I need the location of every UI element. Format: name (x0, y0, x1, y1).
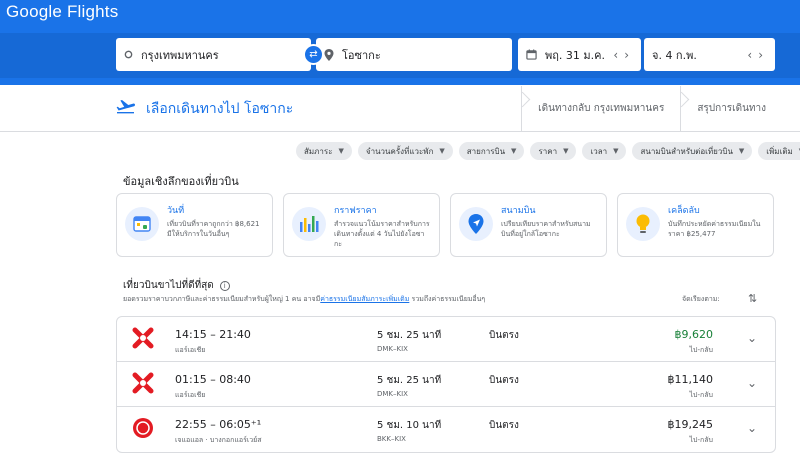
baggage-fees-link[interactable]: ค่าธรรมเนียมสัมภาระเพิ่มเติม (320, 295, 409, 303)
insight-desc: เที่ยวบินที่ราคาถูกกว่า ฿8,621 มีให้บริก… (167, 220, 260, 238)
flight-duration: 5 ชม. 25 นาที (377, 330, 442, 341)
filter-chip-connecting-airports[interactable]: สนามบินสำหรับต่อเที่ยวบิน ▼ (632, 142, 753, 160)
jal-logo-icon (132, 417, 154, 439)
filter-chip-airlines[interactable]: สายการบิน ▼ (458, 142, 525, 160)
insights-title: ข้อมูลเชิงลึกของเที่ยวบิน (123, 175, 239, 188)
best-flights-subtitle: ยอดรวมราคาบวกภาษีและค่าธรรมเนียมสำหรับผู… (123, 295, 486, 303)
flight-price: ฿19,245 (667, 418, 714, 431)
depart-date-field[interactable]: พฤ. 31 ม.ค. ‹› (518, 38, 641, 71)
swap-icon[interactable]: ⇄ (303, 44, 324, 65)
filter-chip-price[interactable]: ราคา ▼ (530, 142, 577, 160)
return-date-value: จ. 4 ก.พ. (652, 48, 697, 62)
step-summary[interactable]: สรุปการเดินทาง (687, 101, 776, 116)
takeoff-icon (116, 98, 136, 119)
info-icon[interactable]: i (219, 280, 230, 291)
origin-field[interactable]: กรุงเทพมหานคร (116, 38, 311, 71)
flight-stops: บินตรง (489, 375, 519, 386)
depart-date-value: พฤ. 31 ม.ค. (545, 48, 606, 62)
flight-airline: เจแอแอล · บางกอกแอร์เวย์ส (175, 436, 262, 444)
airasia-logo-icon (132, 327, 154, 349)
chevron-down-icon[interactable]: ⌄ (747, 421, 757, 435)
caret-down-icon: ▼ (738, 147, 745, 155)
insight-desc: สำรวจแนวโน้มราคาสำหรับการเดินทางตั้งแต่ … (334, 220, 430, 248)
flight-trip-type: ไป-กลับ (689, 436, 713, 444)
insight-card-airports[interactable]: สนามบิน เปรียบเทียบราคาสำหรับสนามบินที่อ… (450, 193, 607, 257)
caret-down-icon: ▼ (338, 147, 344, 155)
flight-trip-type: ไป-กลับ (689, 391, 713, 399)
origin-value: กรุงเทพมหานคร (141, 48, 219, 62)
flight-route: DMK–KIX (377, 390, 408, 398)
step-separator (515, 86, 528, 131)
sort-icon[interactable]: ⇅ (748, 292, 757, 305)
location-pin-icon (324, 48, 334, 61)
step-current: เลือกเดินทางไป โอซากะ (116, 98, 515, 120)
flight-airline: แอร์เอเชีย (175, 346, 206, 354)
chevron-down-icon[interactable]: ⌄ (747, 331, 757, 345)
lightbulb-icon (626, 207, 660, 241)
caret-down-icon: ▼ (563, 147, 569, 155)
filter-chip-time[interactable]: เวลา ▼ (582, 142, 627, 160)
insight-cards: วันที่ เที่ยวบินที่ราคาถูกกว่า ฿8,621 มี… (116, 193, 774, 257)
step-return[interactable]: เดินทางกลับ กรุงเทพมหานคร (528, 101, 674, 116)
step-separator (674, 86, 687, 131)
flight-duration: 5 ชม. 10 นาที (377, 420, 442, 431)
best-flights-title: เที่ยวบินขาไปที่ดีที่สุด i (123, 278, 230, 293)
insight-card-tips[interactable]: เคล็ดลับ บันทึกประหยัดค่าธรรมเนียมในราคา… (617, 193, 774, 257)
calendar-icon (526, 49, 537, 60)
filter-chips: สัมภาระ ▼ จำนวนครั้งที่แวะพัก ▼ สายการบิน ▼… (296, 142, 800, 160)
caret-down-icon: ▼ (613, 147, 619, 155)
flight-airline: แอร์เอเชีย (175, 391, 206, 399)
flight-row[interactable]: 22:55 – 06:05⁺¹ เจแอแอล · บางกอกแอร์เวย์… (117, 407, 775, 452)
filter-chip-more[interactable]: เพิ่มเติม▼ (758, 142, 800, 160)
flight-price: ฿11,140 (667, 373, 714, 386)
flight-row[interactable]: 14:15 – 21:40 แอร์เอเชีย 5 ชม. 25 นาที D… (117, 317, 775, 362)
flight-duration: 5 ชม. 25 นาที (377, 375, 442, 386)
insight-title: สนามบิน (501, 206, 536, 216)
price-graph-icon (292, 207, 326, 241)
airasia-logo-icon (132, 372, 154, 394)
flight-times: 01:15 – 08:40 (175, 373, 251, 386)
caret-down-icon: ▼ (439, 147, 445, 155)
circle-icon (124, 50, 133, 59)
flight-list: 14:15 – 21:40 แอร์เอเชีย 5 ชม. 25 นาที D… (116, 316, 776, 453)
flight-times: 14:15 – 21:40 (175, 328, 251, 341)
caret-down-icon: ▼ (511, 147, 517, 155)
insight-title: วันที่ (167, 206, 185, 216)
filter-chip-baggage[interactable]: สัมภาระ ▼ (296, 142, 352, 160)
sort-label: จัดเรียงตาม: (682, 295, 720, 303)
chevron-left-right-icon[interactable]: ‹› (613, 48, 635, 62)
booking-steps: เลือกเดินทางไป โอซากะ เดินทางกลับ กรุงเท… (116, 86, 776, 131)
insight-title: กราฟราคา (334, 206, 377, 216)
return-date-field[interactable]: จ. 4 ก.พ. ‹› (644, 38, 775, 71)
flight-trip-type: ไป-กลับ (689, 346, 713, 354)
flight-route: DMK–KIX (377, 345, 408, 353)
chevron-left-right-icon[interactable]: ‹› (747, 48, 769, 62)
filter-chip-stops[interactable]: จำนวนครั้งที่แวะพัก ▼ (357, 142, 453, 160)
flight-stops: บินตรง (489, 420, 519, 431)
google-flights-logo[interactable]: Google Flights (6, 2, 118, 22)
insight-card-dates[interactable]: วันที่ เที่ยวบินที่ราคาถูกกว่า ฿8,621 มี… (116, 193, 273, 257)
insight-title: เคล็ดลับ (668, 206, 700, 216)
chevron-down-icon[interactable]: ⌄ (747, 376, 757, 390)
flight-stops: บินตรง (489, 330, 519, 341)
divider (0, 131, 800, 132)
airport-pin-icon (459, 207, 493, 241)
destination-field[interactable]: โอซากะ (316, 38, 512, 71)
destination-value: โอซากะ (342, 48, 381, 62)
step-current-label: เลือกเดินทางไป โอซากะ (146, 100, 294, 117)
flight-price: ฿9,620 (674, 328, 714, 341)
insight-desc: บันทึกประหยัดค่าธรรมเนียมในราคา ฿25,477 (668, 220, 761, 238)
flight-times: 22:55 – 06:05⁺¹ (175, 418, 262, 431)
flight-route: BKK–KIX (377, 435, 406, 443)
insight-desc: เปรียบเทียบราคาสำหรับสนามบินที่อยู่ใกล้โ… (501, 220, 591, 238)
flight-row[interactable]: 01:15 – 08:40 แอร์เอเชีย 5 ชม. 25 นาที D… (117, 362, 775, 407)
calendar-icon (125, 207, 159, 241)
insight-card-price-graph[interactable]: กราฟราคา สำรวจแนวโน้มราคาสำหรับการเดินทา… (283, 193, 440, 257)
